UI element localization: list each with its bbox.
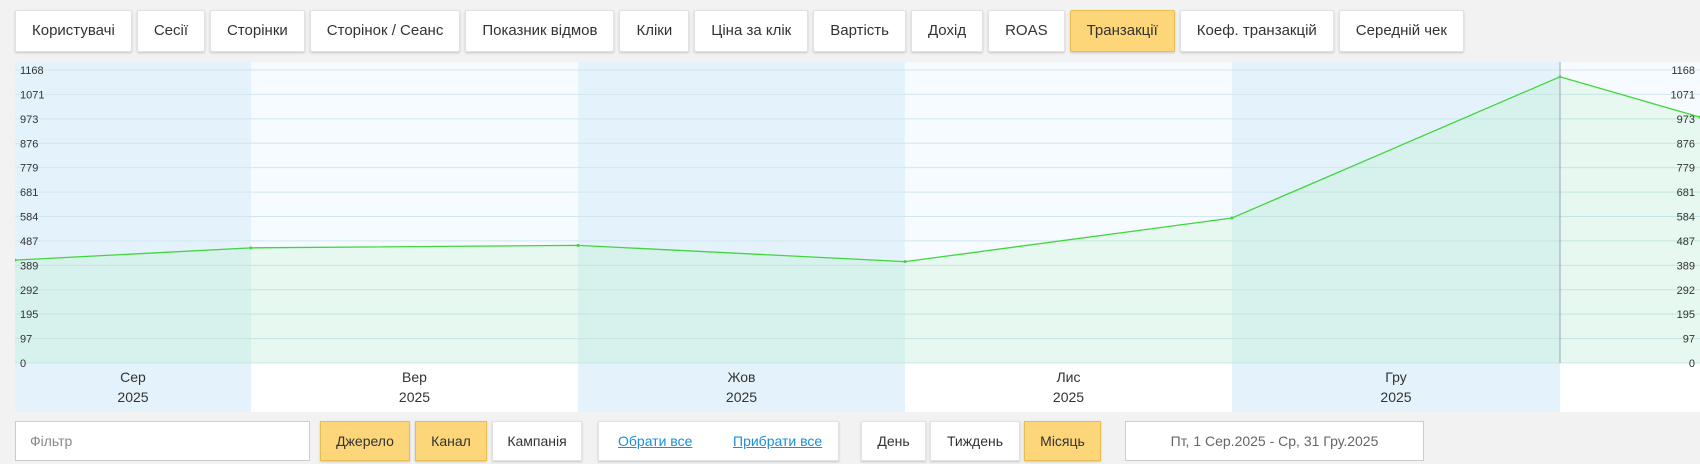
data-point	[576, 243, 580, 247]
tab-users[interactable]: Користувачі	[15, 10, 132, 52]
y-tick-label-left: 1168	[20, 65, 44, 77]
y-tick-label-left: 973	[20, 114, 38, 126]
x-month-label: Сер	[120, 369, 146, 385]
tab-pages[interactable]: Сторінки	[210, 10, 305, 52]
y-tick-label-left: 292	[20, 285, 38, 297]
x-month-label: Гру	[1385, 369, 1406, 385]
y-tick-label-right: 681	[1677, 187, 1695, 199]
select-all-link[interactable]: Обрати все	[618, 433, 692, 449]
y-tick-label-left: 584	[20, 212, 38, 224]
y-tick-label-right: 584	[1677, 212, 1695, 224]
chart-svg: 1168 1168 1071 1071 973 973 876 876 779 779 681 681…	[15, 62, 1700, 412]
group-campaign-button[interactable]: Кампанія	[492, 421, 582, 461]
y-tick-label-right: 389	[1677, 260, 1695, 272]
y-tick-label-right: 876	[1677, 138, 1695, 150]
y-tick-label-left: 1071	[20, 89, 44, 101]
period-day-button[interactable]: День	[861, 421, 926, 461]
label-band	[1560, 363, 1700, 412]
period-month-button[interactable]: Місяць	[1024, 421, 1101, 461]
y-tick-label-left: 195	[20, 309, 38, 321]
tab-transaction-rate[interactable]: Коеф. транзакцій	[1179, 10, 1334, 52]
tab-cost[interactable]: Вартість	[813, 10, 906, 52]
y-tick-label-left: 876	[20, 138, 38, 150]
y-tick-label-left: 779	[20, 163, 38, 175]
metric-tabs: Користувачі Сесії Сторінки Сторінок / Се…	[15, 10, 1464, 52]
tab-bounce-rate[interactable]: Показник відмов	[465, 10, 615, 52]
x-year-label: 2025	[1380, 389, 1411, 405]
y-tick-label-right: 195	[1677, 309, 1695, 321]
tab-sessions[interactable]: Сесії	[136, 10, 205, 52]
x-year-label: 2025	[399, 389, 430, 405]
group-channel-button[interactable]: Канал	[415, 421, 487, 461]
y-tick-label-right: 97	[1683, 334, 1695, 346]
x-month-label: Жов	[728, 369, 756, 385]
tab-cost-per-click[interactable]: Ціна за клік	[694, 10, 809, 52]
filter-input[interactable]	[15, 421, 310, 461]
tab-roas[interactable]: ROAS	[988, 10, 1065, 52]
y-tick-label-right: 292	[1677, 285, 1695, 297]
deselect-all-link[interactable]: Прибрати все	[733, 433, 822, 449]
y-tick-label-right: 779	[1677, 163, 1695, 175]
y-tick-label-right: 1168	[1671, 65, 1695, 77]
y-tick-label-left: 0	[20, 358, 26, 370]
x-month-label: Лис	[1056, 369, 1080, 385]
y-tick-label-right: 973	[1677, 114, 1695, 126]
y-tick-label-right: 487	[1677, 236, 1695, 248]
data-point	[903, 260, 907, 264]
x-month-label: Вер	[402, 369, 427, 385]
group-source-button[interactable]: Джерело	[320, 421, 410, 461]
transactions-chart: 1168 1168 1071 1071 973 973 876 876 779 779 681 681…	[15, 62, 1700, 412]
tab-pages-per-session[interactable]: Сторінок / Сеанс	[309, 10, 461, 52]
x-year-label: 2025	[117, 389, 148, 405]
tab-clicks[interactable]: Кліки	[619, 10, 690, 52]
tab-average-check[interactable]: Середній чек	[1338, 10, 1464, 52]
data-point	[1230, 216, 1234, 220]
period-week-button[interactable]: Тиждень	[930, 421, 1020, 461]
y-tick-label-left: 487	[20, 236, 38, 248]
x-year-label: 2025	[726, 389, 757, 405]
y-tick-label-right: 0	[1689, 358, 1695, 370]
y-tick-label-left: 389	[20, 260, 38, 272]
y-tick-label-right: 1071	[1671, 89, 1695, 101]
x-year-label: 2025	[1053, 389, 1084, 405]
selection-links: Обрати все Прибрати все	[598, 421, 839, 461]
tab-revenue[interactable]: Дохід	[910, 10, 984, 52]
y-tick-label-left: 97	[20, 334, 32, 346]
tab-transactions[interactable]: Транзакції	[1069, 10, 1175, 52]
date-range-picker[interactable]: Пт, 1 Сер.2025 - Ср, 31 Гру.2025	[1125, 421, 1424, 461]
y-tick-label-left: 681	[20, 187, 38, 199]
data-point	[249, 246, 253, 250]
